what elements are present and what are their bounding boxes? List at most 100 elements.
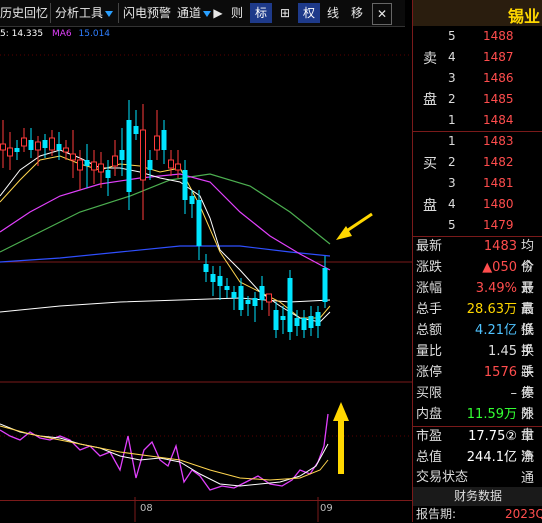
sell-row[interactable]: 5 1488 bbox=[413, 26, 542, 47]
quote-row: 最新 1483 均价 bbox=[416, 239, 535, 275]
ma-legend: 5: 14.335 MA6 15.014 bbox=[0, 27, 110, 41]
candle-body bbox=[280, 316, 286, 320]
arrow-icon bbox=[336, 212, 373, 240]
candle-body bbox=[56, 144, 62, 150]
candle-body bbox=[63, 147, 69, 153]
lines-button[interactable]: 线 bbox=[322, 3, 344, 23]
date-label: 09 bbox=[320, 503, 333, 514]
candle-body bbox=[84, 160, 90, 166]
total-value-row: 总值 244.1亿 流通 bbox=[416, 450, 535, 486]
tool-button[interactable]: 则 bbox=[226, 3, 248, 23]
candle-body bbox=[0, 143, 6, 151]
candle-body bbox=[301, 318, 307, 330]
quote-row: 涨幅 3.49% 最高 bbox=[416, 281, 535, 317]
buy-row[interactable]: 3 1481 bbox=[413, 173, 542, 194]
quote-row: 总额 4.21亿 换手 bbox=[416, 323, 535, 359]
sell-row[interactable]: 3 1486 bbox=[413, 68, 542, 89]
buy-row[interactable]: 1 1483 bbox=[413, 131, 542, 152]
sell-row[interactable]: 2 1485 bbox=[413, 89, 542, 110]
candle-body bbox=[210, 274, 216, 282]
candle-body bbox=[245, 300, 251, 304]
quote-row: 涨停 1576 跌停 bbox=[416, 365, 535, 401]
quote-row: 量比 1.45 换手 bbox=[416, 344, 535, 380]
candle-body bbox=[35, 141, 41, 151]
candle-body bbox=[98, 163, 104, 173]
crosshair-icon[interactable]: ⊞ bbox=[274, 3, 296, 23]
buy-row[interactable]: 2 1482 bbox=[413, 152, 542, 173]
candle-body bbox=[168, 159, 174, 169]
stock-name-bar: 锡业 bbox=[413, 0, 542, 26]
quote-row: 总手 28.63万 最低 bbox=[416, 302, 535, 338]
ma-white-line bbox=[0, 297, 331, 313]
candle-body bbox=[133, 126, 139, 134]
sell-row[interactable]: 4 1487 bbox=[413, 47, 542, 68]
candle-body bbox=[196, 200, 202, 246]
candle-body bbox=[259, 286, 265, 300]
candle-body bbox=[231, 292, 237, 298]
trade-status-row: 交易状态 bbox=[416, 470, 469, 485]
pe-row: 市盈 17.75② 市净 bbox=[416, 429, 535, 465]
date-label: 08 bbox=[140, 503, 153, 514]
candle-body bbox=[14, 148, 20, 152]
candle-body bbox=[70, 153, 76, 161]
candle-body bbox=[28, 140, 34, 150]
indicator-yellow-line bbox=[0, 425, 329, 481]
candle-body bbox=[266, 293, 272, 303]
candle-body bbox=[42, 140, 48, 148]
mark-button[interactable]: 标 bbox=[250, 3, 272, 23]
candle-body bbox=[273, 310, 279, 330]
channel-menu[interactable]: 通道 bbox=[177, 3, 212, 23]
ma-magenta-line bbox=[0, 173, 331, 271]
candle-body bbox=[189, 196, 195, 204]
quote-row: 内盘 11.59万 外盘 bbox=[416, 407, 535, 443]
candle-body bbox=[105, 170, 111, 178]
quote-row: 涨跌 ▲050 今开 bbox=[416, 260, 535, 296]
ma-yellow-line bbox=[0, 155, 331, 319]
report-period: 报告期: 2023Q bbox=[416, 507, 542, 521]
buy-row[interactable]: 4 1480 bbox=[413, 194, 542, 215]
chevron-down-icon bbox=[105, 10, 114, 17]
candle-body bbox=[91, 161, 97, 171]
ma-legend-prefix: 5: 14.335 bbox=[0, 29, 44, 39]
candle-body bbox=[224, 286, 230, 290]
candle-body bbox=[182, 170, 188, 200]
history-recall-button[interactable]: 历史回忆 bbox=[0, 3, 48, 23]
candle-body bbox=[217, 276, 223, 286]
candle-body bbox=[140, 129, 146, 181]
candle-body bbox=[147, 160, 153, 170]
arrow-up-icon bbox=[333, 402, 349, 474]
candle-body bbox=[77, 159, 83, 171]
lightning-alert-button[interactable]: 闪电预警 bbox=[118, 3, 171, 23]
move-button[interactable]: 移 bbox=[346, 3, 368, 23]
candle-body bbox=[203, 264, 209, 272]
quote-panel: 锡业 卖 盘 5 1488 4 1487 3 1486 2 1485 1 1484 买 盘… bbox=[412, 0, 542, 522]
candle-body bbox=[238, 286, 244, 310]
ma6-label: MA6 bbox=[52, 29, 72, 39]
ma6-value: 15.014 bbox=[78, 29, 111, 39]
sell-row[interactable]: 1 1484 bbox=[413, 110, 542, 131]
candle-body bbox=[175, 163, 181, 171]
candle-body bbox=[252, 298, 258, 306]
candle-body bbox=[112, 155, 118, 167]
candle-body bbox=[126, 120, 132, 192]
candle-body bbox=[294, 318, 300, 326]
candle-body bbox=[287, 278, 293, 332]
candle-body bbox=[315, 312, 321, 326]
kline-chart[interactable] bbox=[0, 40, 412, 522]
date-axis: 08 09 bbox=[0, 500, 412, 523]
indicator-magenta-line bbox=[0, 413, 329, 491]
toolbar: 历史回忆 分析工具 闪电预警 通道 ▶ 则 标 ⊞ 权 线 移 ✕ bbox=[0, 0, 405, 27]
close-icon[interactable]: ✕ bbox=[372, 3, 392, 25]
candle-body bbox=[119, 150, 125, 160]
ma-blue-line bbox=[0, 245, 331, 263]
candle-body bbox=[322, 268, 328, 302]
quote-row: 买限 – 卖限 bbox=[416, 386, 535, 422]
candle-body bbox=[154, 135, 160, 151]
indicator-white-line bbox=[0, 423, 329, 487]
finance-data-button[interactable]: 财务数据 bbox=[413, 487, 542, 506]
buy-row[interactable]: 5 1479 bbox=[413, 215, 542, 236]
rights-button[interactable]: 权 bbox=[298, 3, 320, 23]
candle-body bbox=[49, 137, 55, 151]
analysis-tools-menu[interactable]: 分析工具 bbox=[50, 3, 114, 23]
candle-body bbox=[308, 316, 314, 328]
